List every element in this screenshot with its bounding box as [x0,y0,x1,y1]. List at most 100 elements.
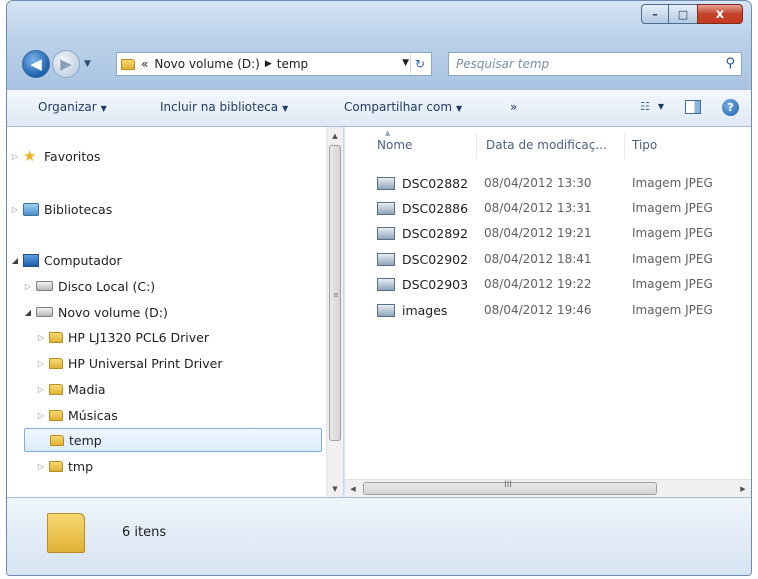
maximize-button[interactable]: □ [669,4,697,24]
file-name: DSC02903 [402,277,469,292]
tree-item-local-disk[interactable]: ▷ Disco Local (C:) [23,274,155,298]
expand-arrow-icon[interactable]: ▷ [36,359,46,368]
expand-arrow-icon[interactable]: ▷ [36,333,46,342]
collapse-arrow-icon[interactable]: ◢ [23,308,33,317]
tree-item-folder[interactable]: ▷ Madia [36,377,106,401]
folder-icon [49,409,63,421]
close-button[interactable]: x [697,4,743,24]
address-dropdown-icon[interactable]: ▼ [402,58,409,68]
view-dropdown-icon[interactable]: ▼ [658,102,664,111]
scroll-right-icon[interactable]: ▶ [735,480,751,497]
preview-pane-icon[interactable] [685,100,701,114]
file-name: DSC02892 [402,226,469,241]
forward-button[interactable]: ▶ [52,50,80,78]
file-row[interactable]: DSC02892 08/04/2012 19:21 Imagem JPEG [345,221,751,246]
expand-arrow-icon[interactable]: ▷ [10,152,20,161]
file-date: 08/04/2012 18:41 [484,252,592,266]
folder-icon [49,357,63,369]
breadcrumb-separator-icon[interactable]: ▶ [265,59,272,69]
expand-arrow-icon[interactable]: ▷ [36,385,46,394]
scroll-left-icon[interactable]: ◀ [345,480,361,497]
tree-item-label: HP Universal Print Driver [68,355,223,371]
chevron-down-icon: ▼ [100,104,107,113]
search-icon[interactable]: ⚲ [725,56,735,71]
address-prefix[interactable]: « [141,57,148,71]
expand-arrow-icon[interactable]: ▷ [36,411,46,420]
file-name: DSC02886 [402,201,469,216]
help-icon[interactable]: ? [722,99,739,116]
tree-item-libraries[interactable]: ▷ Bibliotecas [10,197,112,221]
share-button[interactable]: Compartilhar com ▼ [344,100,462,114]
drive-icon [36,307,53,317]
image-file-icon [377,227,395,240]
file-row[interactable]: images 08/04/2012 19:46 Imagem JPEG [345,298,751,323]
tree-item-computer[interactable]: ◢ Computador [10,248,122,272]
file-type: Imagem JPEG [632,303,713,317]
tree-item-folder[interactable]: ▷ HP LJ1320 PCL6 Driver [36,325,209,349]
address-bar[interactable]: « Novo volume (D:) ▶ temp ▼ ↻ [116,52,432,76]
image-file-icon [377,304,395,317]
caption-buttons: – □ x [641,4,743,24]
title-bar[interactable]: – □ x ◀ ▶ ▼ « Novo volume (D:) ▶ temp ▼ … [7,1,751,89]
explorer-window: – □ x ◀ ▶ ▼ « Novo volume (D:) ▶ temp ▼ … [6,0,752,576]
tree-item-label: tmp [68,458,94,474]
breadcrumb-novo-volume[interactable]: Novo volume (D:) [154,57,260,71]
file-name: DSC02902 [402,252,469,267]
file-row[interactable]: DSC02882 08/04/2012 13:30 Imagem JPEG [345,171,751,196]
expand-arrow-icon[interactable]: ▷ [23,282,33,291]
file-row[interactable]: DSC02902 08/04/2012 18:41 Imagem JPEG [345,247,751,272]
details-pane: 6 itens [7,497,751,575]
column-header-name[interactable]: Nome [377,138,412,152]
navigation-pane-scrollbar[interactable]: ▲ ≡ ▼ [326,127,343,497]
scrollbar-thumb[interactable]: III [363,480,657,495]
column-headers: ▲ Nome Data de modificaç... Tipo [345,127,751,161]
collapse-arrow-icon[interactable]: ◢ [10,256,20,265]
back-button[interactable]: ◀ [22,50,50,78]
change-view-icon[interactable]: ☷ [640,100,650,113]
tree-item-folder[interactable]: ▷ Músicas [36,403,118,427]
tree-item-folder[interactable]: ▷ HP Universal Print Driver [36,351,223,375]
file-date: 08/04/2012 19:46 [484,303,592,317]
file-row[interactable]: DSC02903 08/04/2012 19:22 Imagem JPEG [345,272,751,297]
column-header-type[interactable]: Tipo [632,138,657,152]
sort-ascending-icon: ▲ [385,129,391,137]
tree-item-temp-selected[interactable]: temp [24,428,322,452]
tree-item-favorites[interactable]: ▷ ★ Favoritos [10,144,101,168]
tree-item-label: Disco Local (C:) [58,278,156,294]
column-header-date[interactable]: Data de modificaç... [486,138,607,152]
drive-icon [36,281,53,291]
recent-pages-dropdown-icon[interactable]: ▼ [84,59,91,69]
organize-button[interactable]: Organizar ▼ [38,100,107,114]
include-library-button[interactable]: Incluir na biblioteca ▼ [160,100,288,114]
computer-icon [23,253,39,267]
expand-arrow-icon[interactable]: ▷ [36,462,46,471]
file-type: Imagem JPEG [632,252,713,266]
folder-icon [49,331,63,343]
file-list-horizontal-scrollbar[interactable]: ◀ III ▶ [345,479,751,497]
tree-item-label: Favoritos [44,148,101,164]
navigation-pane: ▷ ★ Favoritos ▷ Bibliotecas ◢ Computador… [7,127,343,497]
file-type: Imagem JPEG [632,277,713,291]
tree-item-new-volume[interactable]: ◢ Novo volume (D:) [23,300,168,324]
tree-item-label: Madia [68,381,106,397]
column-divider[interactable] [476,133,477,159]
more-commands-button[interactable]: » [510,100,517,114]
minimize-button[interactable]: – [641,4,669,24]
expand-arrow-icon[interactable]: ▷ [10,205,20,214]
scrollbar-thumb[interactable]: ≡ [329,145,341,441]
tree-item-folder[interactable]: ▷ tmp [36,454,93,478]
folder-icon [49,460,63,472]
include-library-label: Incluir na biblioteca [160,100,279,114]
refresh-icon[interactable]: ↻ [410,55,429,73]
scroll-down-icon[interactable]: ▼ [327,480,343,497]
folder-icon [50,434,64,446]
item-count: 6 itens [122,525,167,540]
share-label: Compartilhar com [344,100,453,114]
tree-item-label: Novo volume (D:) [58,304,168,320]
search-box[interactable]: Pesquisar temp ⚲ [448,52,742,76]
search-placeholder[interactable]: Pesquisar temp [456,57,549,71]
scroll-up-icon[interactable]: ▲ [327,127,343,144]
column-divider[interactable] [624,133,625,159]
file-row[interactable]: DSC02886 08/04/2012 13:31 Imagem JPEG [345,196,751,221]
breadcrumb-temp[interactable]: temp [277,57,308,71]
